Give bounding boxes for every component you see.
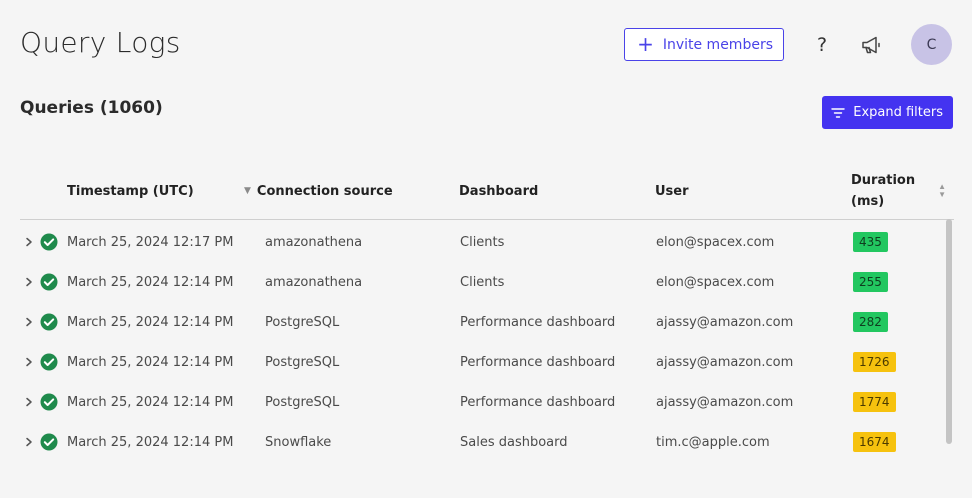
row-expand-chevron-icon[interactable] xyxy=(25,422,39,462)
cell-connection-source: Snowflake xyxy=(265,434,332,450)
expand-filters-button[interactable]: Expand filters xyxy=(822,96,953,129)
queries-count-heading: Queries (1060) xyxy=(20,98,163,118)
cell-user: tim.c@apple.com xyxy=(656,434,770,450)
cell-connection-source: amazonathena xyxy=(265,274,363,290)
table-row[interactable]: March 25, 2024 12:14 PM PostgreSQL Perfo… xyxy=(20,302,954,342)
cell-dashboard: Sales dashboard xyxy=(460,434,568,450)
cell-dashboard: Performance dashboard xyxy=(460,314,616,330)
cell-duration: 1726 xyxy=(853,342,896,382)
column-header-dashboard-label: Dashboard xyxy=(459,183,539,199)
column-header-dashboard[interactable]: Dashboard xyxy=(459,162,538,220)
column-header-connection-source[interactable]: ▼ Connection source xyxy=(244,162,393,220)
duration-badge: 255 xyxy=(853,272,888,292)
cell-user: elon@spacex.com xyxy=(656,234,775,250)
cell-timestamp: March 25, 2024 12:14 PM xyxy=(67,314,234,330)
cell-timestamp: March 25, 2024 12:14 PM xyxy=(67,354,234,370)
header-actions: + Invite members ? C xyxy=(624,24,952,65)
duration-label-line1: Duration xyxy=(851,173,916,188)
cell-dashboard: Clients xyxy=(460,274,505,290)
cell-dashboard: Clients xyxy=(460,234,505,250)
cell-timestamp: March 25, 2024 12:14 PM xyxy=(67,434,234,450)
table-row[interactable]: March 25, 2024 12:17 PM amazonathena Cli… xyxy=(20,222,954,262)
row-status-check-circle-icon xyxy=(40,302,58,342)
cell-connection-source: PostgreSQL xyxy=(265,314,340,330)
table-scrollbar[interactable] xyxy=(946,219,952,444)
row-expand-chevron-icon[interactable] xyxy=(25,222,39,262)
help-button[interactable]: ? xyxy=(810,34,834,56)
plus-icon: + xyxy=(637,31,654,56)
invite-members-label: Invite members xyxy=(662,36,773,53)
invite-members-button[interactable]: + Invite members xyxy=(624,28,784,61)
question-icon: ? xyxy=(816,33,828,56)
cell-duration: 435 xyxy=(853,222,888,262)
column-header-connection-source-label: Connection source xyxy=(256,183,393,199)
cell-user: elon@spacex.com xyxy=(656,274,775,290)
cell-timestamp: March 25, 2024 12:14 PM xyxy=(67,394,234,410)
column-header-timestamp[interactable]: Timestamp (UTC) xyxy=(67,162,194,220)
row-expand-chevron-icon[interactable] xyxy=(25,342,39,382)
expand-filters-label: Expand filters xyxy=(853,105,943,120)
table-row[interactable]: March 25, 2024 12:14 PM Snowflake Sales … xyxy=(20,422,954,462)
sort-descending-icon: ▼ xyxy=(244,186,251,196)
cell-connection-source: PostgreSQL xyxy=(265,354,340,370)
row-expand-chevron-icon[interactable] xyxy=(25,262,39,302)
column-header-user[interactable]: User xyxy=(655,162,689,220)
cell-connection-source: PostgreSQL xyxy=(265,394,340,410)
cell-dashboard: Performance dashboard xyxy=(460,354,616,370)
duration-badge: 282 xyxy=(853,312,888,332)
filter-icon xyxy=(831,107,845,118)
cell-duration: 255 xyxy=(853,262,888,302)
cell-duration: 1674 xyxy=(853,422,896,462)
duration-badge: 1674 xyxy=(853,432,896,452)
row-expand-chevron-icon[interactable] xyxy=(25,302,39,342)
cell-user: ajassy@amazon.com xyxy=(656,394,794,410)
user-avatar[interactable]: C xyxy=(911,24,952,65)
cell-duration: 1774 xyxy=(853,382,896,422)
duration-badge: 1774 xyxy=(853,392,896,412)
table-row[interactable]: March 25, 2024 12:14 PM PostgreSQL Perfo… xyxy=(20,342,954,382)
query-logs-page: Query Logs + Invite members ? C Queries … xyxy=(0,0,972,498)
column-header-user-label: User xyxy=(655,183,689,199)
duration-badge: 435 xyxy=(853,232,888,252)
row-status-check-circle-icon xyxy=(40,222,58,262)
table-row[interactable]: March 25, 2024 12:14 PM amazonathena Cli… xyxy=(20,262,954,302)
row-status-check-circle-icon xyxy=(40,382,58,422)
column-header-timestamp-label: Timestamp (UTC) xyxy=(67,183,194,199)
row-status-check-circle-icon xyxy=(40,262,58,302)
cell-duration: 282 xyxy=(853,302,888,342)
cell-user: ajassy@amazon.com xyxy=(656,314,794,330)
cell-connection-source: amazonathena xyxy=(265,234,363,250)
cell-dashboard: Performance dashboard xyxy=(460,394,616,410)
announcements-button[interactable] xyxy=(860,33,884,57)
megaphone-icon xyxy=(862,36,880,53)
avatar-initial: C xyxy=(926,36,937,53)
column-header-duration-label: Duration (ms) xyxy=(851,170,915,212)
duration-label-line2: (ms) xyxy=(851,194,885,209)
table-row[interactable]: March 25, 2024 12:14 PM PostgreSQL Perfo… xyxy=(20,382,954,422)
query-logs-table: Timestamp (UTC) ▼ Connection source Dash… xyxy=(20,162,954,462)
table-header: Timestamp (UTC) ▼ Connection source Dash… xyxy=(20,162,954,220)
sort-down-icon: ▼ xyxy=(938,190,946,199)
cell-timestamp: March 25, 2024 12:14 PM xyxy=(67,274,234,290)
row-expand-chevron-icon[interactable] xyxy=(25,382,39,422)
cell-timestamp: March 25, 2024 12:17 PM xyxy=(67,234,234,250)
duration-sort-toggle[interactable]: ▲ ▼ xyxy=(938,183,946,199)
duration-badge: 1726 xyxy=(853,352,896,372)
cell-user: ajassy@amazon.com xyxy=(656,354,794,370)
row-status-check-circle-icon xyxy=(40,422,58,462)
row-status-check-circle-icon xyxy=(40,342,58,382)
column-header-duration[interactable]: Duration (ms) xyxy=(851,162,921,220)
table-body: March 25, 2024 12:17 PM amazonathena Cli… xyxy=(20,222,954,462)
page-title: Query Logs xyxy=(20,26,181,59)
